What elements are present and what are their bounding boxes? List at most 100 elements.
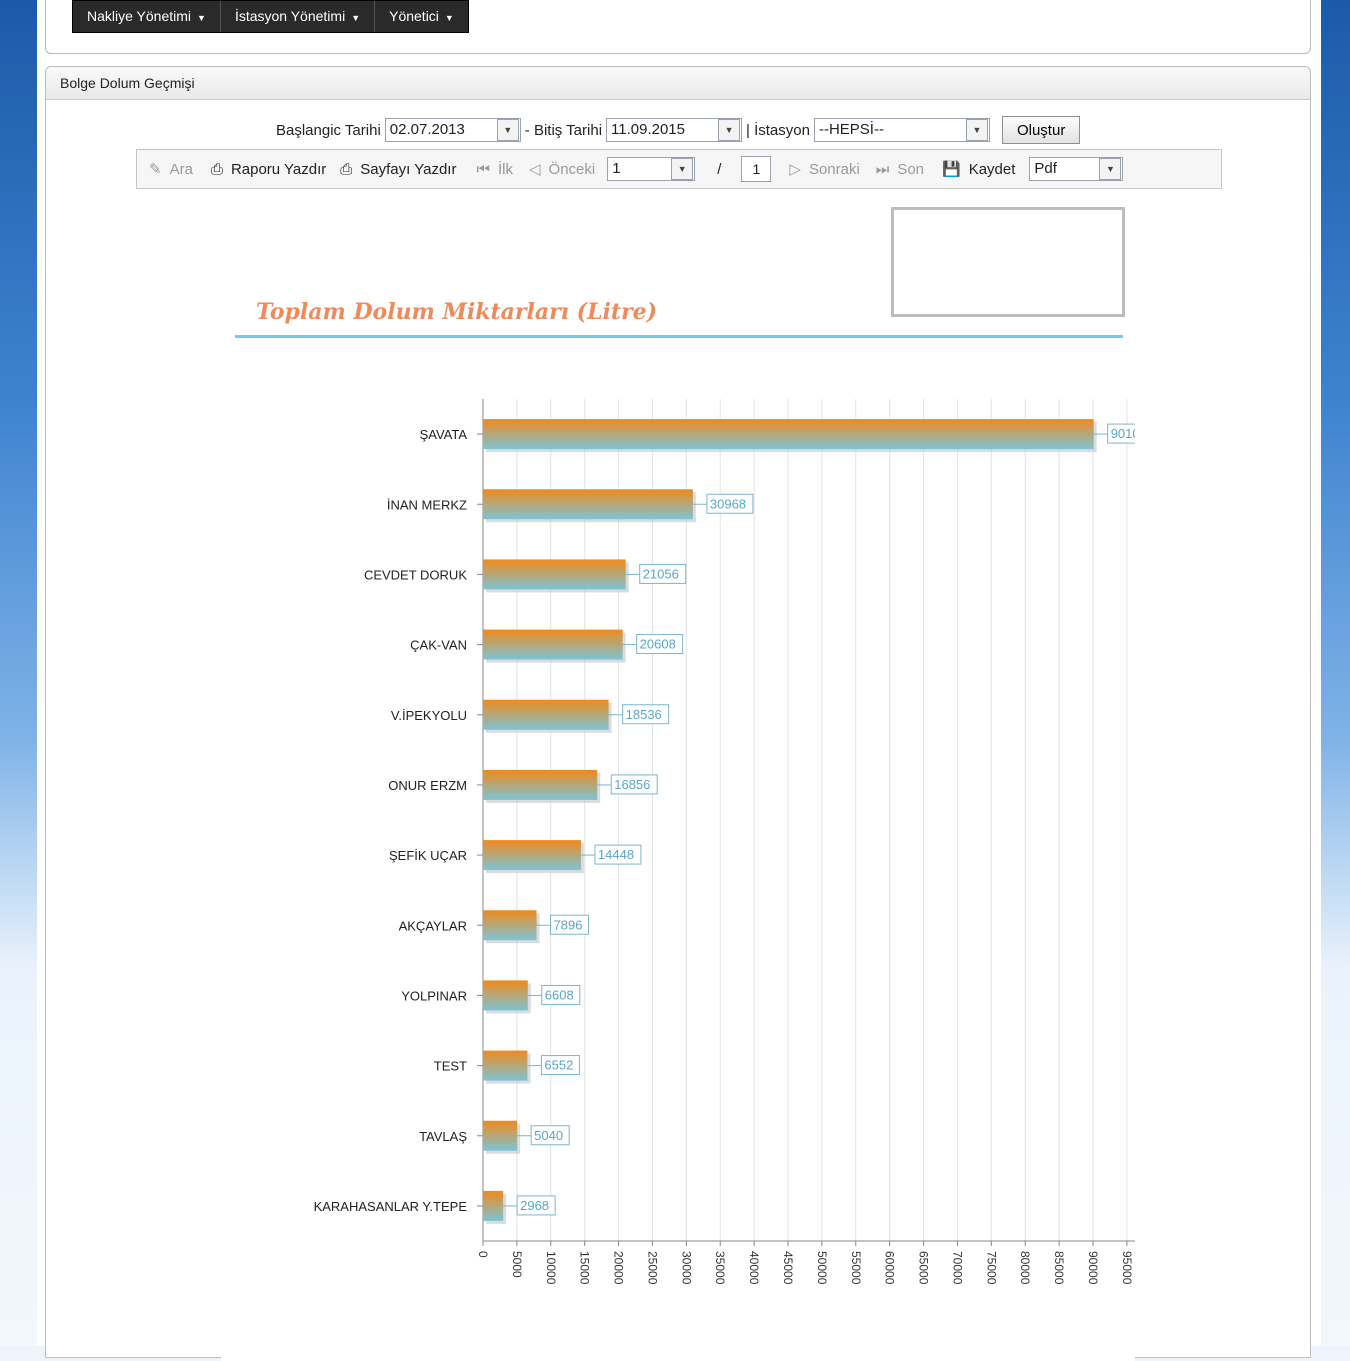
search-button[interactable]: ✎ Ara [149,160,193,179]
format-dropdown-icon[interactable]: ▼ [1099,158,1122,180]
x-tick-label: 35000 [713,1251,727,1285]
bar-chart: 0 5000 10000 15000 20000 25000 30000 35000 40000… [314,399,1135,1285]
bar [483,489,693,520]
x-tick-label: 60000 [883,1251,897,1285]
print-page-button[interactable]: ⎙ Sayfayı Yazdır [340,161,456,178]
page-dropdown-icon[interactable]: ▼ [671,158,694,180]
bar [483,769,598,800]
category-label: ÇAK-VAN [410,638,467,653]
data-label: 6608 [545,987,574,1002]
bar [483,1050,528,1081]
start-date-value[interactable]: 02.07.2013 [386,119,496,141]
station-dropdown-icon[interactable]: ▼ [965,119,988,141]
menu-yonetici[interactable]: Yönetici ▼ [375,1,468,32]
page-select[interactable]: 1 ▼ [607,157,696,181]
data-label: 5040 [534,1128,563,1143]
data-label: 7896 [554,917,583,932]
station-select[interactable]: --HEPSİ-- ▼ [813,118,990,142]
prev-page-label: Önceki [548,160,596,178]
menu-istasyon-yonetimi[interactable]: İstasyon Yönetimi ▼ [221,1,376,32]
format-value[interactable]: Pdf [1030,158,1098,180]
category-label: V.İPEKYOLU [391,708,467,723]
category-label: ŞEFİK UÇAR [389,848,467,863]
floppy-disk-icon: 💾 [942,161,961,178]
category-label: ONUR ERZM [388,778,467,793]
data-label: 16856 [614,777,650,792]
save-button[interactable]: 💾 Kaydet [942,160,1015,179]
end-date-value[interactable]: 11.09.2015 [607,119,717,141]
start-date-combo[interactable]: 02.07.2013 ▼ [384,118,521,142]
top-nav-panel: Nakliye Yönetimi ▼ İstasyon Yönetimi ▼ Yön… [45,0,1311,54]
report-page: Toplam Dolum Miktarları (Litre) 0 5000 100… [221,191,1135,1361]
data-label: 30968 [710,496,746,511]
caret-down-icon: ▼ [351,13,361,23]
panel-title: Bolge Dolum Geçmişi [46,67,1310,100]
menu-label: Nakliye Yönetimi [87,8,192,24]
end-date-label: - Bitiş Tarihi [524,121,603,139]
last-page-label: Son [897,160,925,178]
x-tick-label: 80000 [1018,1251,1032,1285]
category-label: KARAHASANLAR Y.TEPE [314,1199,468,1214]
x-tick-label: 90000 [1086,1251,1100,1285]
x-tick-label: 0 [476,1251,490,1258]
bar [483,840,581,871]
report-panel: Bolge Dolum Geçmişi Başlangic Tarihi 02.… [45,66,1311,1361]
page-value[interactable]: 1 [608,158,670,180]
last-page-button[interactable]: ⏭ Son [876,161,924,178]
menu-label: İstasyon Yönetimi [234,8,346,24]
logo-placeholder [891,207,1125,317]
x-tick-label: 65000 [917,1251,931,1285]
category-label: TAVLAŞ [419,1129,467,1144]
x-tick-label: 20000 [612,1251,626,1285]
start-date-dropdown-icon[interactable]: ▼ [496,119,519,141]
station-value[interactable]: --HEPSİ-- [815,119,965,141]
data-label: 90104 [1111,426,1135,441]
generate-button[interactable]: Oluştur [1001,116,1081,144]
bar [483,910,537,941]
menu-label: Yönetici [389,8,439,24]
filter-bar: Başlangic Tarihi 02.07.2013 ▼ - Bitiş Ta… [276,116,1081,144]
print-page-icon: ⎙ [340,160,353,178]
x-tick-label: 75000 [984,1251,998,1285]
x-tick-label: 10000 [544,1251,558,1285]
category-label: İNAN MERKZ [387,497,467,512]
data-label: 21056 [643,566,679,581]
data-label: 6552 [544,1058,573,1073]
data-label: 14448 [598,847,634,862]
menu-nakliye-yonetimi[interactable]: Nakliye Yönetimi ▼ [73,1,221,32]
prev-page-icon: ◁ [528,161,541,178]
category-label: YOLPINAR [401,988,467,1003]
end-date-dropdown-icon[interactable]: ▼ [718,119,741,141]
station-label: | İstasyon [746,121,810,139]
x-tick-label: 25000 [645,1251,659,1285]
next-page-button[interactable]: ▷ Sonraki [789,160,860,179]
first-page-button[interactable]: ⏮ İlk [476,161,513,178]
left-background-strip [0,0,40,1346]
x-tick-label: 15000 [578,1251,592,1285]
bar [483,419,1094,450]
bar [483,629,623,660]
data-label: 20608 [640,637,676,652]
category-label: ŞAVATA [420,427,468,442]
x-tick-label: 85000 [1052,1251,1066,1285]
format-select[interactable]: Pdf ▼ [1029,157,1124,181]
last-page-icon: ⏭ [875,160,890,178]
page-separator: / [717,160,722,178]
x-tick-label: 95000 [1120,1251,1134,1285]
end-date-combo[interactable]: 11.09.2015 ▼ [606,118,743,142]
x-tick-label: 5000 [510,1251,524,1278]
x-tick-label: 45000 [781,1251,795,1285]
start-date-label: Başlangic Tarihi [276,121,381,139]
print-report-label: Raporu Yazdır [230,160,327,178]
category-label: AKÇAYLAR [399,918,467,933]
print-report-button[interactable]: ⎙ Raporu Yazdır [211,161,326,178]
prev-page-button[interactable]: ◁ Önceki [528,160,596,179]
first-page-label: İlk [497,160,513,178]
next-page-label: Sonraki [808,160,860,178]
caret-down-icon: ▼ [444,13,454,23]
x-tick-label: 50000 [815,1251,829,1285]
bar [483,1120,518,1151]
x-tick-label: 40000 [747,1251,761,1285]
page-container: Nakliye Yönetimi ▼ İstasyon Yönetimi ▼ Yön… [37,0,1321,1361]
report-title: Toplam Dolum Miktarları (Litre) [256,299,658,325]
